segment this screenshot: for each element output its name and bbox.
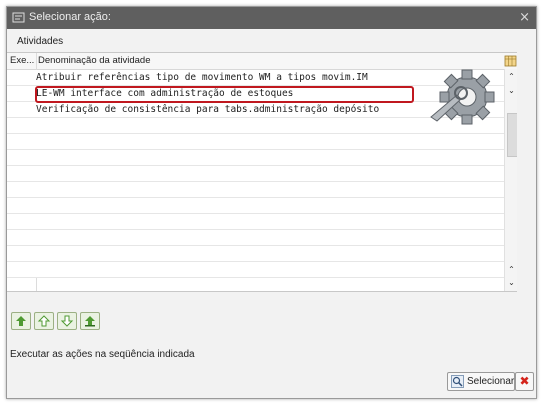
table-header: Exe... Denominação da atividade [7,53,517,70]
execute-all-icon [16,316,26,326]
table-row-empty[interactable] [7,214,504,230]
execute-all-button[interactable] [11,312,31,330]
cancel-icon: ✖ [519,374,530,388]
table-row-empty[interactable] [7,182,504,198]
cancel-button[interactable]: ✖ [515,372,534,391]
execute-selected-button[interactable] [34,312,54,330]
table-row-empty[interactable] [7,134,504,150]
magnifier-icon [451,375,464,388]
scroll-up-button[interactable]: ⌃ [505,71,517,83]
column-header-execute[interactable]: Exe... [10,55,34,66]
scroll-down-button-bottom[interactable]: ⌄ [505,277,517,289]
execute-down-icon [60,315,74,327]
select-action-dialog: Selecionar ação: × Atividades Exe... Den… [6,6,537,399]
scroll-thumb[interactable] [507,113,517,157]
section-label: Atividades [17,36,64,47]
table-row-empty[interactable] [7,262,504,278]
execute-selected-icon [37,315,51,327]
column-header-activity-name[interactable]: Denominação da atividade [38,55,151,66]
dialog-title: Selecionar ação: [29,11,111,23]
scroll-down-button[interactable]: ⌄ [505,85,517,97]
selected-row-highlight [35,86,414,103]
activities-table: Exe... Denominação da atividade Atribuir… [7,52,517,292]
close-button[interactable]: × [519,10,530,25]
scroll-up-button-bottom[interactable]: ⌃ [505,264,517,276]
activity-name: Verificação de consistência para tabs.ad… [36,104,380,115]
table-row-empty[interactable] [7,166,504,182]
table-settings-icon[interactable] [504,53,517,68]
table-scrollbar[interactable]: ⌃ ⌄ ⌃ ⌄ [504,69,517,291]
select-button[interactable]: Selecionar [447,372,515,391]
gear-wrench-icon [430,69,495,125]
table-row-empty[interactable] [7,246,504,262]
execute-up-button[interactable] [80,312,100,330]
execute-up-icon [85,316,95,327]
select-button-label: Selecionar [467,376,515,387]
dialog-icon [12,12,25,23]
execute-down-button[interactable] [57,312,77,330]
info-text: Executar as ações na seqüência indicada [10,349,195,360]
activity-name: Atribuir referências tipo de movimento W… [36,72,368,83]
table-row-empty[interactable] [7,150,504,166]
table-row-empty[interactable] [7,198,504,214]
title-bar: Selecionar ação: × [7,7,536,29]
table-row-empty[interactable] [7,230,504,246]
